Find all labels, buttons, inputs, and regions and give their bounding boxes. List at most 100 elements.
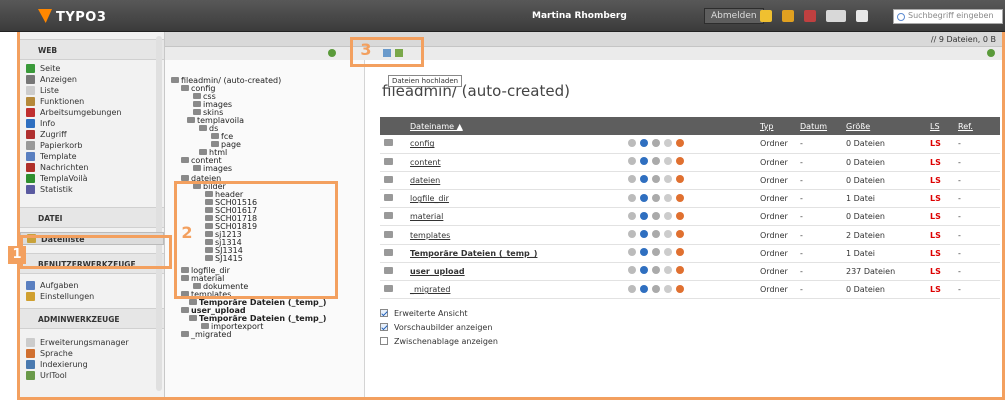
clipboard-icon[interactable] xyxy=(628,193,636,202)
help-icon[interactable] xyxy=(855,10,868,22)
delete-icon[interactable] xyxy=(652,175,660,184)
menu-item-urltool[interactable]: UrlTool xyxy=(20,370,164,381)
copy-icon[interactable] xyxy=(664,266,672,275)
option-zwischenablage-anzeigen[interactable]: Zwischenablage anzeigen xyxy=(380,336,498,350)
col-ls[interactable]: LS xyxy=(926,117,954,135)
col-type[interactable]: Typ xyxy=(756,117,796,135)
delete-icon[interactable] xyxy=(652,266,660,275)
option-erweiterte-ansicht[interactable]: Erweiterte Ansicht xyxy=(380,308,498,322)
table-row[interactable]: material Ordner -0 Dateien LS - xyxy=(380,207,1000,227)
menu-item-template[interactable]: Template xyxy=(20,151,164,162)
search-input[interactable]: Suchbegriff eingeben xyxy=(893,9,1003,24)
copy-icon[interactable] xyxy=(664,175,672,184)
table-row[interactable]: _migrated Ordner -0 Dateien LS - xyxy=(380,280,1000,300)
menu-item-nachrichten[interactable]: Nachrichten xyxy=(20,162,164,173)
table-row[interactable]: config Ordner -0 Dateien LS - xyxy=(380,135,1000,154)
table-row[interactable]: Temporäre Dateien (_temp_) Ordner -1 Datei… xyxy=(380,244,1000,263)
clipboard-icon[interactable] xyxy=(628,211,636,220)
col-filename[interactable]: Dateiname ▲ xyxy=(406,117,624,135)
checkbox[interactable] xyxy=(380,337,388,345)
menu-item-liste[interactable]: Liste xyxy=(20,85,164,96)
info-icon[interactable] xyxy=(640,230,648,239)
cut-icon[interactable] xyxy=(676,138,684,147)
clipboard-icon[interactable] xyxy=(628,230,636,239)
checkbox[interactable] xyxy=(380,309,388,317)
info-icon[interactable] xyxy=(640,138,648,147)
refresh-icon-right[interactable] xyxy=(987,49,995,57)
menu-item-einstellungen[interactable]: Einstellungen xyxy=(20,291,164,302)
copy-icon[interactable] xyxy=(664,230,672,239)
info-icon[interactable] xyxy=(640,248,648,257)
file-name-link[interactable]: Temporäre Dateien (_temp_) xyxy=(406,244,624,263)
info-icon[interactable] xyxy=(640,193,648,202)
file-name-link[interactable]: content xyxy=(406,153,624,172)
copy-icon[interactable] xyxy=(664,248,672,257)
menu-header-file[interactable]: DATEI xyxy=(20,207,164,228)
clipboard-icon[interactable] xyxy=(628,266,636,275)
col-size[interactable]: Größe xyxy=(842,117,926,135)
clear-cache-icon[interactable] xyxy=(803,10,816,22)
menu-item-templavoil-[interactable]: TemplaVoilà xyxy=(20,173,164,184)
info-icon[interactable] xyxy=(640,175,648,184)
file-name-link[interactable]: material xyxy=(406,207,624,227)
info-icon[interactable] xyxy=(640,157,648,166)
menu-item-aufgaben[interactable]: Aufgaben xyxy=(20,280,164,291)
tree-node[interactable]: images xyxy=(193,164,232,173)
cut-icon[interactable] xyxy=(676,266,684,275)
table-row[interactable]: dateien Ordner -0 Dateien LS - xyxy=(380,171,1000,191)
file-name-link[interactable]: templates xyxy=(406,225,624,245)
delete-icon[interactable] xyxy=(652,138,660,147)
cut-icon[interactable] xyxy=(676,211,684,220)
copy-icon[interactable] xyxy=(664,284,672,293)
menu-item-papierkorb[interactable]: Papierkorb xyxy=(20,140,164,151)
menu-item-statistik[interactable]: Statistik xyxy=(20,184,164,195)
delete-icon[interactable] xyxy=(652,193,660,202)
flash-icon[interactable] xyxy=(781,10,794,22)
file-name-link[interactable]: dateien xyxy=(406,171,624,191)
clipboard-icon[interactable] xyxy=(628,284,636,293)
cut-icon[interactable] xyxy=(676,175,684,184)
typo3-logo[interactable]: TYPO3 xyxy=(38,9,106,25)
menu-item-sprache[interactable]: Sprache xyxy=(20,348,164,359)
delete-icon[interactable] xyxy=(652,230,660,239)
delete-icon[interactable] xyxy=(652,157,660,166)
col-date[interactable]: Datum xyxy=(796,117,842,135)
refresh-icon[interactable] xyxy=(328,49,336,57)
user-name[interactable]: Martina Rhomberg xyxy=(532,11,627,21)
workspace-icon[interactable] xyxy=(825,10,846,22)
clipboard-icon[interactable] xyxy=(628,248,636,257)
menu-item-anzeigen[interactable]: Anzeigen xyxy=(20,74,164,85)
table-row[interactable]: content Ordner -0 Dateien LS - xyxy=(380,153,1000,172)
table-row[interactable]: user_upload Ordner -237 Dateien LS - xyxy=(380,262,1000,282)
copy-icon[interactable] xyxy=(664,157,672,166)
copy-icon[interactable] xyxy=(664,138,672,147)
table-row[interactable]: logfile_dir Ordner -1 Datei LS - xyxy=(380,189,1000,209)
table-row[interactable]: templates Ordner -2 Dateien LS - xyxy=(380,225,1000,245)
menu-header-admin[interactable]: ADMINWERKZEUGE xyxy=(20,308,164,329)
cut-icon[interactable] xyxy=(676,193,684,202)
menu-item-zugriff[interactable]: Zugriff xyxy=(20,129,164,140)
menu-item-erweiterungsmanager[interactable]: Erweiterungsmanager xyxy=(20,337,164,348)
copy-icon[interactable] xyxy=(664,193,672,202)
info-icon[interactable] xyxy=(640,266,648,275)
delete-icon[interactable] xyxy=(652,248,660,257)
menu-item-funktionen[interactable]: Funktionen xyxy=(20,96,164,107)
cut-icon[interactable] xyxy=(676,230,684,239)
menu-item-seite[interactable]: Seite xyxy=(20,63,164,74)
option-vorschaubilder-anzeigen[interactable]: Vorschaubilder anzeigen xyxy=(380,322,498,336)
cut-icon[interactable] xyxy=(676,157,684,166)
info-icon[interactable] xyxy=(640,211,648,220)
clipboard-icon[interactable] xyxy=(628,138,636,147)
file-name-link[interactable]: logfile_dir xyxy=(406,189,624,209)
clipboard-icon[interactable] xyxy=(628,175,636,184)
file-name-link[interactable]: user_upload xyxy=(406,262,624,282)
cut-icon[interactable] xyxy=(676,284,684,293)
menu-item-arbeitsumgebungen[interactable]: Arbeitsumgebungen xyxy=(20,107,164,118)
checkbox[interactable] xyxy=(380,323,388,331)
menu-header-web[interactable]: WEB xyxy=(20,39,164,60)
col-ref[interactable]: Ref. xyxy=(954,117,1000,135)
menu-item-info[interactable]: Info xyxy=(20,118,164,129)
delete-icon[interactable] xyxy=(652,211,660,220)
menu-item-indexierung[interactable]: Indexierung xyxy=(20,359,164,370)
cut-icon[interactable] xyxy=(676,248,684,257)
